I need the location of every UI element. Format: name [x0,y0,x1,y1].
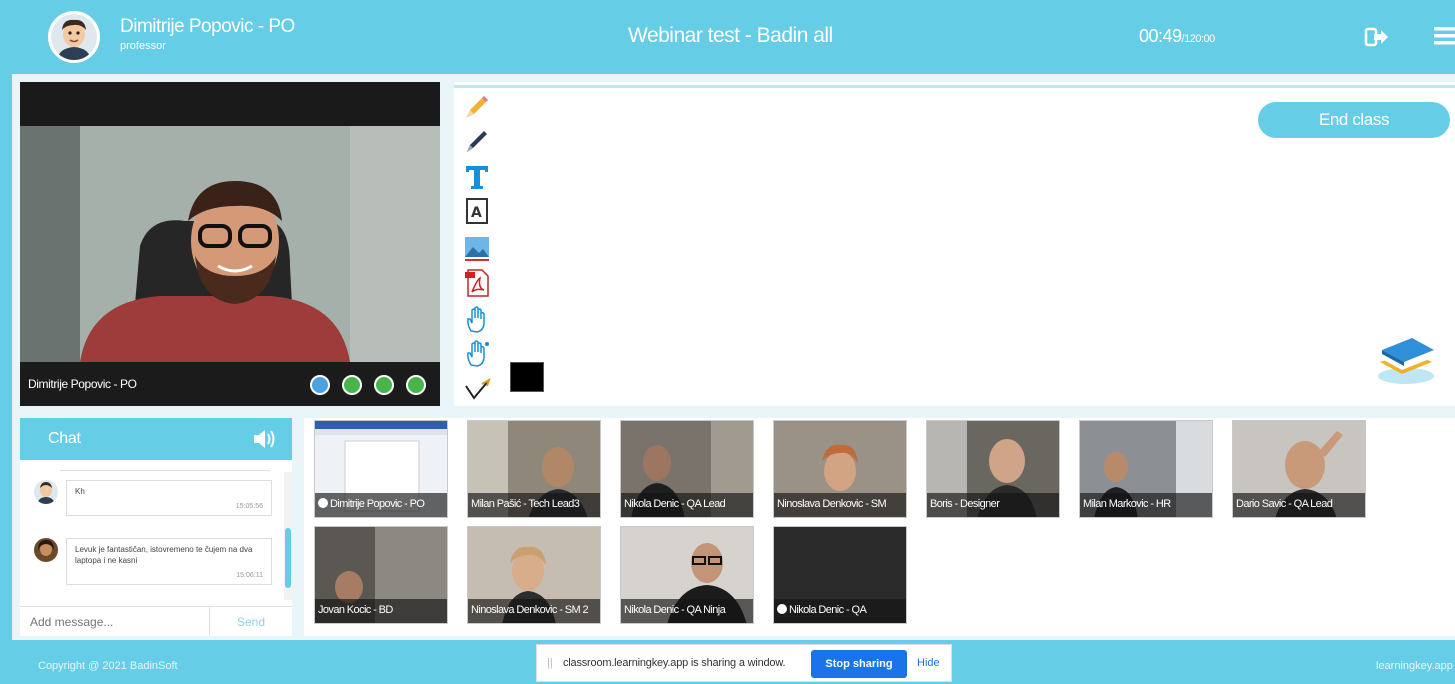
timer-total: /120:00 [1181,33,1216,45]
participant-tile[interactable]: Nikola Denic - QA Ninja [620,526,754,624]
muted-mic-icon [318,498,328,508]
hamburger-menu-icon[interactable] [1432,23,1455,49]
whiteboard-progress-line [454,85,1455,88]
participant-tile[interactable]: Ninoslava Denkovic - SM [773,420,907,518]
image-icon[interactable] [462,232,492,262]
participant-tile[interactable]: Milan Pašić - Tech Lead3 [467,420,601,518]
participant-name: Nikola Denic - QA Ninja [621,599,753,623]
message-avatar [34,538,58,562]
message-bubble: Kh 15:05:56 [66,480,272,516]
main-video-feed [20,126,440,362]
copyright-text: Copyright @ 2021 BadinSoft [38,660,178,672]
share-notification-text: classroom.learningkey.app is sharing a w… [563,657,786,669]
participant-name: Ninoslava Denkovic - SM 2 [468,599,600,623]
end-class-button[interactable]: End class [1258,102,1450,138]
message-time: 15:06:11 [236,572,263,579]
message-text: Levuk je fantastičan, istovremeno te čuj… [75,545,253,565]
hide-button[interactable]: Hide [917,657,940,669]
participant-name: Milan Pašić - Tech Lead3 [468,493,600,517]
participant-name: Jovan Kocic - BD [315,599,447,623]
message-time: 15:05:56 [235,503,263,510]
fullscreen-icon[interactable] [310,375,330,395]
participant-name: Nikola Denic - QA [774,599,906,623]
hand-pointer-icon[interactable] [462,338,492,368]
text-box-icon[interactable]: A [462,196,492,226]
participant-name: Dario Savic - QA Lead [1233,493,1365,517]
participant-tile[interactable]: Dimitrije Popovic - PO [314,420,448,518]
chat-panel: Chat Kh 15:05:56 Levuk je fantastičan, i… [20,418,292,636]
participant-name: Nikola Denic - QA Lead [621,493,753,517]
message-avatar [34,480,58,504]
user-role: professor [120,40,166,52]
camera-icon[interactable] [374,375,394,395]
chat-divider [60,470,270,471]
participant-tile[interactable]: Ninoslava Denkovic - SM 2 [467,526,601,624]
line-icon[interactable] [462,374,492,404]
participant-name: Milan Markovic - HR [1080,493,1212,517]
participant-tile[interactable]: Nikola Denic - QA Lead [620,420,754,518]
timer-elapsed: 00:49 [1139,26,1182,46]
whiteboard-toolbar: A [462,92,496,402]
main-video: Dimitrije Popovic - PO [20,82,440,406]
pen-icon[interactable] [462,126,492,156]
text-icon[interactable] [462,162,492,192]
pencil-icon[interactable] [462,92,492,122]
speaker-icon[interactable] [252,428,280,450]
classroom-content: Dimitrije Popovic - PO A End class Chat … [12,74,1455,640]
screen-share-notification: || classroom.learningkey.app is sharing … [536,644,952,682]
drag-handle-icon[interactable]: || [547,657,553,669]
participant-tile[interactable]: Nikola Denic - QA [773,526,907,624]
participant-name: Boris - Designer [927,493,1059,517]
message-bubble: Levuk je fantastičan, istovremeno te čuj… [66,538,272,585]
hand-icon[interactable] [462,304,492,334]
footer-site-link[interactable]: learningkey.app [1376,660,1453,672]
user-avatar[interactable] [48,11,100,63]
stop-sharing-button[interactable]: Stop sharing [811,650,907,678]
chat-scrollbar-thumb[interactable] [285,528,291,588]
participant-name-text: Nikola Denic - QA [789,604,867,616]
send-button[interactable]: Send [210,606,292,636]
video-bottom-bar: Dimitrije Popovic - PO [20,362,440,406]
participant-tile[interactable]: Jovan Kocic - BD [314,526,448,624]
top-bar: Dimitrije Popovic - PO professor Webinar… [12,6,1455,74]
microphone-icon[interactable] [406,375,426,395]
page-title: Webinar test - Badin all [628,24,833,47]
color-picker[interactable] [510,362,544,392]
message-text: Kh [75,487,85,496]
class-timer: 00:49/120:00 [1139,26,1215,47]
footer: Copyright @ 2021 BadinSoft || classroom.… [0,640,1455,684]
chat-title: Chat [48,430,81,447]
video-top-bar [20,82,440,126]
participant-name: Ninoslava Denkovic - SM [774,493,906,517]
user-name: Dimitrije Popovic - PO [120,16,295,37]
participant-tile[interactable]: Milan Markovic - HR [1079,420,1213,518]
screen-share-icon[interactable] [342,375,362,395]
participant-tile[interactable]: Dario Savic - QA Lead [1232,420,1366,518]
main-video-label: Dimitrije Popovic - PO [28,377,137,391]
participant-name-text: Dimitrije Popovic - PO [330,498,425,510]
muted-mic-icon [777,604,787,614]
chat-header: Chat [20,418,292,460]
participants-grid: Dimitrije Popovic - PO Milan Pašić - Tec… [304,418,1455,636]
books-icon[interactable] [1374,328,1438,386]
svg-text:A: A [471,205,482,221]
pdf-icon[interactable] [462,268,492,298]
chat-scrollbar[interactable] [284,472,292,600]
logout-icon[interactable] [1364,24,1390,50]
participant-name: Dimitrije Popovic - PO [315,493,447,517]
chat-message-input[interactable] [20,606,210,636]
participant-tile[interactable]: Boris - Designer [926,420,1060,518]
whiteboard[interactable]: A End class [454,82,1455,406]
